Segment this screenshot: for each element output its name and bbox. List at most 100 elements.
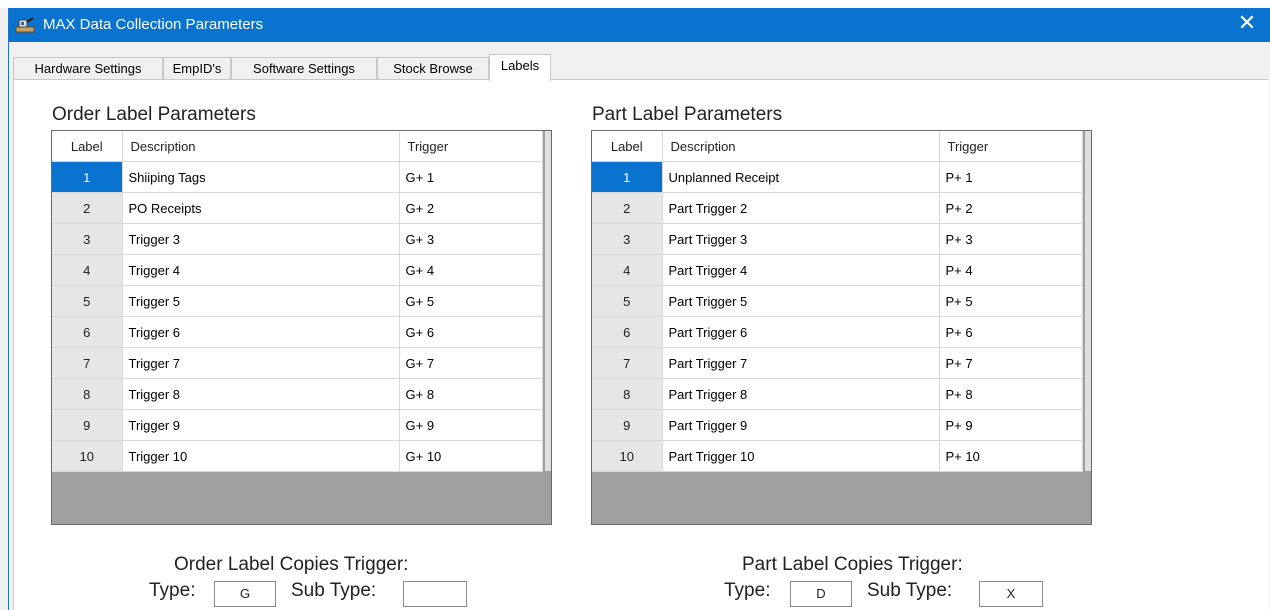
grid-scrollbar[interactable] (545, 131, 551, 471)
col-header-description[interactable]: Description (662, 131, 940, 162)
row-trigger[interactable]: P+ 1 (939, 161, 1083, 193)
row-trigger[interactable]: G+ 5 (399, 285, 543, 317)
row-description[interactable]: Part Trigger 9 (662, 409, 940, 441)
part-subtype-field[interactable]: X (979, 581, 1043, 607)
order-type-field[interactable]: G (214, 581, 276, 607)
part-type-field[interactable]: D (790, 581, 852, 607)
table-row[interactable]: 1 Unplanned Receipt P+ 1 (592, 161, 1083, 193)
row-label[interactable]: 8 (52, 378, 123, 410)
tab-software-settings[interactable]: Software Settings (231, 57, 377, 79)
table-row[interactable]: 7 Part Trigger 7 P+ 7 (592, 347, 1083, 379)
row-label[interactable]: 4 (592, 254, 663, 286)
row-description[interactable]: Unplanned Receipt (662, 161, 940, 193)
row-trigger[interactable]: G+ 4 (399, 254, 543, 286)
row-label[interactable]: 9 (52, 409, 123, 441)
row-description[interactable]: Shiiping Tags (122, 161, 400, 193)
row-label[interactable]: 5 (592, 285, 663, 317)
row-description[interactable]: Part Trigger 8 (662, 378, 940, 410)
row-description[interactable]: Trigger 8 (122, 378, 400, 410)
row-trigger[interactable]: P+ 6 (939, 316, 1083, 348)
row-description[interactable]: Part Trigger 10 (662, 440, 940, 472)
col-header-label[interactable]: Label (592, 131, 663, 162)
row-description[interactable]: Part Trigger 4 (662, 254, 940, 286)
table-row[interactable]: 4 Part Trigger 4 P+ 4 (592, 254, 1083, 286)
table-row[interactable]: 9 Trigger 9 G+ 9 (52, 409, 543, 441)
row-description[interactable]: Trigger 3 (122, 223, 400, 255)
row-trigger[interactable]: G+ 1 (399, 161, 543, 193)
col-header-label[interactable]: Label (52, 131, 123, 162)
row-trigger[interactable]: G+ 8 (399, 378, 543, 410)
row-trigger[interactable]: P+ 9 (939, 409, 1083, 441)
row-label[interactable]: 7 (52, 347, 123, 379)
row-label[interactable]: 7 (592, 347, 663, 379)
row-description[interactable]: Part Trigger 3 (662, 223, 940, 255)
row-description[interactable]: Part Trigger 6 (662, 316, 940, 348)
row-label[interactable]: 10 (592, 440, 663, 472)
row-trigger[interactable]: G+ 6 (399, 316, 543, 348)
table-row[interactable]: 10 Trigger 10 G+ 10 (52, 440, 543, 472)
row-label[interactable]: 1 (52, 161, 123, 193)
table-row[interactable]: 7 Trigger 7 G+ 7 (52, 347, 543, 379)
row-label[interactable]: 10 (52, 440, 123, 472)
table-row[interactable]: 8 Trigger 8 G+ 8 (52, 378, 543, 410)
table-row[interactable]: 8 Part Trigger 8 P+ 8 (592, 378, 1083, 410)
row-description[interactable]: Trigger 9 (122, 409, 400, 441)
close-icon[interactable]: ✕ (1235, 12, 1259, 36)
row-description[interactable]: Trigger 6 (122, 316, 400, 348)
row-label[interactable]: 2 (592, 192, 663, 224)
table-row[interactable]: 1 Shiiping Tags G+ 1 (52, 161, 543, 193)
title-bar[interactable]: MAX Data Collection Parameters ✕ (9, 8, 1270, 42)
row-trigger[interactable]: P+ 8 (939, 378, 1083, 410)
tab-stock-browse[interactable]: Stock Browse (377, 57, 489, 79)
table-row[interactable]: 5 Part Trigger 5 P+ 5 (592, 285, 1083, 317)
row-trigger[interactable]: P+ 2 (939, 192, 1083, 224)
row-label[interactable]: 3 (592, 223, 663, 255)
table-row[interactable]: 3 Trigger 3 G+ 3 (52, 223, 543, 255)
row-label[interactable]: 6 (52, 316, 123, 348)
table-row[interactable]: 6 Trigger 6 G+ 6 (52, 316, 543, 348)
row-trigger[interactable]: P+ 10 (939, 440, 1083, 472)
grid-scrollbar[interactable] (1085, 131, 1091, 471)
row-description[interactable]: Trigger 7 (122, 347, 400, 379)
part-label-grid[interactable]: Label Description Trigger 1 Unplanned Rec… (591, 130, 1092, 525)
row-description[interactable]: PO Receipts (122, 192, 400, 224)
row-label[interactable]: 3 (52, 223, 123, 255)
row-trigger[interactable]: P+ 7 (939, 347, 1083, 379)
row-label[interactable]: 6 (592, 316, 663, 348)
row-label[interactable]: 5 (52, 285, 123, 317)
table-row[interactable]: 2 PO Receipts G+ 2 (52, 192, 543, 224)
row-trigger[interactable]: P+ 5 (939, 285, 1083, 317)
row-description[interactable]: Trigger 5 (122, 285, 400, 317)
row-description[interactable]: Part Trigger 7 (662, 347, 940, 379)
row-label[interactable]: 2 (52, 192, 123, 224)
row-description[interactable]: Trigger 10 (122, 440, 400, 472)
table-row[interactable]: 4 Trigger 4 G+ 4 (52, 254, 543, 286)
tab-hardware-settings[interactable]: Hardware Settings (13, 57, 163, 79)
row-trigger[interactable]: P+ 3 (939, 223, 1083, 255)
order-label-grid[interactable]: Label Description Trigger 1 Shiiping Tags… (51, 130, 552, 525)
col-header-description[interactable]: Description (122, 131, 400, 162)
row-label[interactable]: 9 (592, 409, 663, 441)
tab-labels[interactable]: Labels (489, 54, 551, 81)
row-trigger[interactable]: G+ 3 (399, 223, 543, 255)
row-trigger[interactable]: G+ 10 (399, 440, 543, 472)
col-header-trigger[interactable]: Trigger (399, 131, 543, 162)
table-row[interactable]: 6 Part Trigger 6 P+ 6 (592, 316, 1083, 348)
row-label[interactable]: 4 (52, 254, 123, 286)
row-trigger[interactable]: G+ 7 (399, 347, 543, 379)
order-subtype-field[interactable] (403, 581, 467, 607)
table-row[interactable]: 3 Part Trigger 3 P+ 3 (592, 223, 1083, 255)
row-label[interactable]: 8 (592, 378, 663, 410)
col-header-trigger[interactable]: Trigger (939, 131, 1083, 162)
row-description[interactable]: Part Trigger 5 (662, 285, 940, 317)
table-row[interactable]: 9 Part Trigger 9 P+ 9 (592, 409, 1083, 441)
table-row[interactable]: 2 Part Trigger 2 P+ 2 (592, 192, 1083, 224)
row-trigger[interactable]: G+ 9 (399, 409, 543, 441)
table-row[interactable]: 10 Part Trigger 10 P+ 10 (592, 440, 1083, 472)
row-label[interactable]: 1 (592, 161, 663, 193)
row-description[interactable]: Trigger 4 (122, 254, 400, 286)
table-row[interactable]: 5 Trigger 5 G+ 5 (52, 285, 543, 317)
row-trigger[interactable]: G+ 2 (399, 192, 543, 224)
tab-empids[interactable]: EmpID's (163, 57, 231, 79)
row-trigger[interactable]: P+ 4 (939, 254, 1083, 286)
